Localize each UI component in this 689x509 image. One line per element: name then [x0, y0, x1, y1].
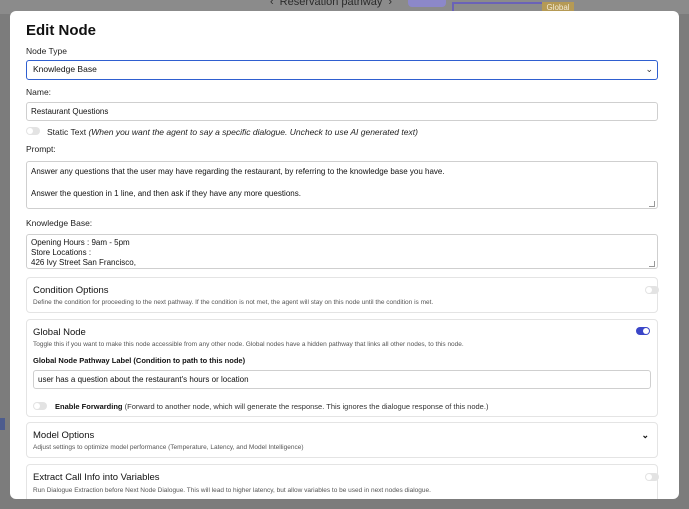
extract-variables-card: Extract Call Info into Variables Run Dia…	[26, 464, 659, 499]
chevron-left-icon: ‹	[270, 0, 274, 8]
model-options-card[interactable]: Model Options Adjust settings to optimiz…	[26, 422, 658, 458]
pathway-label: Reservation pathway	[279, 0, 383, 8]
prompt-line: Answer the question in 1 line, and then …	[31, 189, 301, 198]
forwarding-row: Enable Forwarding (Forward to another no…	[55, 402, 488, 411]
kb-line: Opening Hours : 9am - 5pm	[31, 238, 130, 247]
prompt-line: Answer any questions that the user may h…	[31, 167, 445, 176]
global-node-title: Global Node	[33, 327, 86, 338]
static-text-toggle[interactable]	[26, 127, 40, 135]
condition-toggle[interactable]	[645, 286, 659, 294]
global-node-toggle[interactable]	[636, 327, 650, 335]
global-pathway-label: Global Node Pathway Label (Condition to …	[33, 356, 246, 365]
node-type-value: Knowledge Base	[33, 64, 97, 74]
static-text-hint: (When you want the agent to say a specif…	[88, 127, 418, 137]
extract-toggle[interactable]	[645, 473, 659, 481]
prompt-label: Prompt:	[26, 144, 56, 154]
chevron-right-icon: ›	[388, 0, 393, 8]
node-type-select[interactable]: Knowledge Base ⌄	[26, 60, 658, 80]
name-input[interactable]: Restaurant Questions	[26, 102, 658, 121]
extract-title: Extract Call Info into Variables	[33, 472, 160, 483]
condition-title: Condition Options	[33, 285, 109, 296]
forwarding-toggle[interactable]	[33, 402, 47, 410]
pathway-name: ‹ Reservation pathway ›	[270, 0, 392, 8]
static-text-row: Static Text (When you want the agent to …	[47, 127, 418, 137]
global-pathway-input[interactable]: user has a question about the restaurant…	[33, 370, 651, 389]
chevron-down-icon: ⌄	[645, 64, 653, 74]
edit-node-modal: Edit Node Node Type Knowledge Base ⌄ Nam…	[10, 11, 679, 499]
prompt-line	[31, 177, 653, 188]
forwarding-label: Enable Forwarding	[55, 402, 123, 411]
knowledge-base-textarea[interactable]: Opening Hours : 9am - 5pm Store Location…	[26, 234, 658, 269]
global-node-desc: Toggle this if you want to make this nod…	[33, 341, 464, 348]
prompt-textarea[interactable]: Answer any questions that the user may h…	[26, 161, 658, 209]
kb-line: 426 Ivy Street San Francisco,	[31, 258, 136, 267]
static-text-label: Static Text	[47, 127, 87, 137]
kb-label: Knowledge Base:	[26, 218, 93, 228]
resize-handle-icon[interactable]	[649, 201, 655, 207]
kb-line: Store Locations :	[31, 248, 92, 257]
node-type-label: Node Type	[26, 46, 67, 56]
modal-title: Edit Node	[26, 22, 96, 39]
forwarding-hint: (Forward to another node, which will gen…	[124, 402, 489, 411]
condition-desc: Define the condition for proceeding to t…	[33, 299, 434, 306]
condition-options-card: Condition Options Define the condition f…	[26, 277, 659, 313]
chevron-down-icon[interactable]: ⌄	[641, 430, 649, 441]
model-options-title: Model Options	[33, 430, 95, 441]
canvas-edge-marker	[0, 418, 5, 430]
toolbar-button[interactable]	[408, 0, 446, 7]
name-label: Name:	[26, 87, 52, 97]
resize-handle-icon[interactable]	[649, 261, 655, 267]
model-options-desc: Adjust settings to optimize model perfor…	[33, 444, 304, 451]
extract-desc: Run Dialogue Extraction before Next Node…	[33, 487, 431, 494]
global-node-card: Global Node Toggle this if you want to m…	[26, 319, 658, 417]
